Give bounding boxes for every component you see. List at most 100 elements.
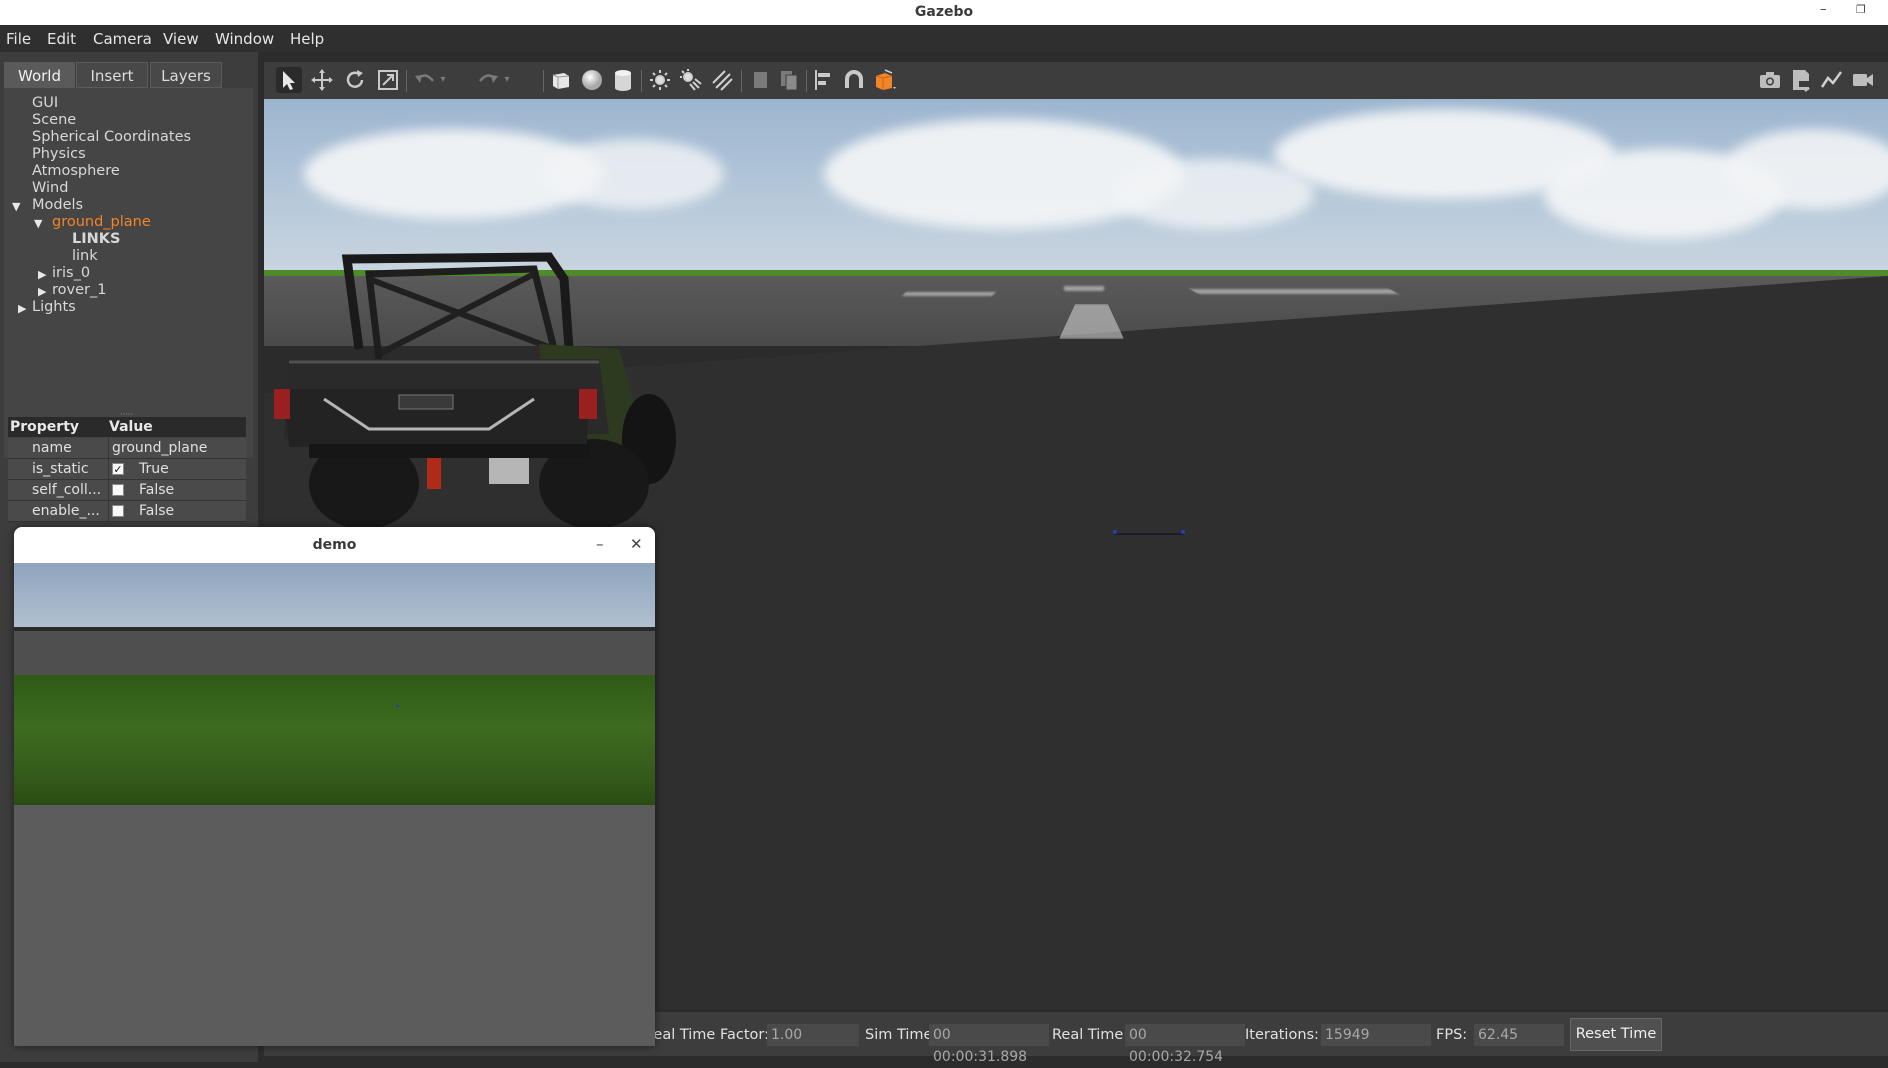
screenshot-icon[interactable] — [1757, 67, 1783, 93]
lane-marking — [1189, 289, 1399, 294]
tree-item-wind[interactable]: Wind — [32, 180, 68, 196]
collapsed-arrow-icon[interactable]: ▶ — [38, 268, 46, 281]
rover-vehicle — [274, 252, 676, 529]
toolbar-divider — [641, 70, 642, 92]
sim-time-field: 00 00:00:31.898 — [929, 1024, 1049, 1065]
toolbar: ▾ ▾ — [264, 62, 1888, 99]
menu-view[interactable]: View — [163, 30, 199, 48]
select-icon[interactable] — [276, 67, 302, 93]
property-value: False — [139, 503, 175, 519]
restore-icon[interactable]: ❐ — [1856, 3, 1866, 16]
sky — [264, 99, 1888, 272]
tree-item-iris[interactable]: iris_0 — [52, 265, 90, 281]
iris-drone — [1113, 530, 1185, 535]
tab-world[interactable]: World — [4, 62, 75, 88]
menu-camera[interactable]: Camera — [93, 30, 152, 48]
tree-item-physics[interactable]: Physics — [32, 146, 86, 162]
copy-icon[interactable] — [747, 67, 773, 93]
camera-sky — [14, 563, 655, 627]
property-key: self_coll... — [32, 482, 102, 498]
translate-icon[interactable] — [309, 67, 335, 93]
iterations-label: Iterations: — [1245, 1027, 1319, 1043]
toolbar-divider — [543, 70, 544, 92]
lane-marking — [1064, 286, 1104, 291]
close-icon[interactable]: ✕ — [630, 535, 643, 553]
scale-icon[interactable] — [375, 67, 401, 93]
tree-item-link[interactable]: link — [72, 248, 98, 264]
property-row-is-static[interactable]: is_static ✓ True — [8, 459, 246, 480]
tree-item-lights[interactable]: Lights — [32, 299, 76, 315]
redo-dropdown-icon[interactable]: ▾ — [500, 67, 514, 93]
cylinder-icon[interactable] — [610, 67, 636, 93]
tree-item-scene[interactable]: Scene — [32, 112, 76, 128]
record-icon[interactable] — [1850, 67, 1876, 93]
enable-wind-checkbox[interactable] — [112, 505, 124, 517]
tree-item-spherical-coordinates[interactable]: Spherical Coordinates — [32, 129, 191, 145]
fps-field: 62.45 — [1474, 1024, 1564, 1046]
expanded-arrow-icon[interactable]: ▼ — [34, 217, 42, 230]
spot-light-icon[interactable] — [678, 67, 704, 93]
tree-item-ground-plane[interactable]: ground_plane — [52, 214, 151, 230]
collapsed-arrow-icon[interactable]: ▶ — [38, 285, 46, 298]
expanded-arrow-icon[interactable]: ▼ — [12, 200, 20, 213]
property-table-header: Property Value — [8, 417, 246, 437]
menu-edit[interactable]: Edit — [47, 30, 76, 48]
sphere-icon[interactable] — [579, 67, 605, 93]
toolbar-divider — [406, 70, 407, 92]
property-row-name[interactable]: name ground_plane — [8, 438, 246, 459]
log-icon[interactable] — [1788, 67, 1814, 93]
tree-item-links: LINKS — [72, 231, 121, 247]
property-key: name — [32, 440, 72, 456]
column-divider — [108, 501, 109, 521]
minimize-icon[interactable]: – — [596, 535, 604, 553]
tree-item-atmosphere[interactable]: Atmosphere — [32, 163, 120, 179]
property-row-enable-wind[interactable]: enable_... False — [8, 501, 246, 522]
collapsed-arrow-icon[interactable]: ▶ — [18, 302, 26, 315]
window-titlebar: Gazebo – ❐ — [0, 0, 1888, 25]
tab-layers[interactable]: Layers — [150, 62, 222, 88]
tree-item-models[interactable]: Models — [32, 197, 83, 213]
undo-icon[interactable] — [412, 67, 438, 93]
demo-titlebar[interactable]: demo – ✕ — [14, 527, 655, 563]
value-header: Value — [109, 419, 153, 435]
real-time-label: Real Time: — [1052, 1027, 1129, 1043]
box-icon[interactable] — [548, 67, 574, 93]
minimize-icon[interactable]: – — [1820, 2, 1827, 17]
plot-icon[interactable] — [1819, 67, 1845, 93]
snap-icon[interactable] — [841, 67, 867, 93]
menu-help[interactable]: Help — [290, 30, 324, 48]
toolbar-divider — [741, 70, 742, 92]
demo-title: demo — [312, 537, 357, 553]
rotate-icon[interactable] — [342, 67, 368, 93]
is-static-checkbox[interactable]: ✓ — [112, 463, 124, 475]
align-icon[interactable] — [810, 67, 836, 93]
real-time-field: 00 00:00:32.754 — [1125, 1024, 1245, 1065]
tree-item-gui[interactable]: GUI — [32, 95, 58, 111]
tree-item-rover[interactable]: rover_1 — [52, 282, 106, 298]
property-value: True — [139, 461, 169, 477]
reset-time-button[interactable]: Reset Time — [1570, 1018, 1662, 1051]
sim-time-label: Sim Time: — [865, 1027, 938, 1043]
redo-icon[interactable] — [475, 67, 501, 93]
property-key: enable_... — [32, 503, 100, 519]
property-value: ground_plane — [112, 440, 208, 456]
toolbar-divider — [806, 70, 807, 92]
tab-insert[interactable]: Insert — [76, 62, 148, 88]
demo-window[interactable]: demo – ✕ — [14, 527, 655, 1046]
column-divider — [108, 480, 109, 500]
camera-target-marker — [396, 705, 399, 707]
paste-icon[interactable] — [776, 67, 802, 93]
undo-dropdown-icon[interactable]: ▾ — [436, 67, 450, 93]
directional-light-icon[interactable] — [709, 67, 735, 93]
column-divider — [108, 438, 109, 458]
real-time-factor-label: Real Time Factor: — [644, 1027, 769, 1043]
menu-file[interactable]: File — [6, 30, 31, 48]
property-key: is_static — [32, 461, 89, 477]
view-angle-icon[interactable] — [872, 67, 898, 93]
property-row-self-collide[interactable]: self_coll... False — [8, 480, 246, 501]
self-collide-checkbox[interactable] — [112, 484, 124, 496]
menu-window[interactable]: Window — [215, 30, 274, 48]
fps-label: FPS: — [1436, 1027, 1468, 1043]
point-light-icon[interactable] — [647, 67, 673, 93]
real-time-factor-field: 1.00 — [767, 1024, 859, 1046]
